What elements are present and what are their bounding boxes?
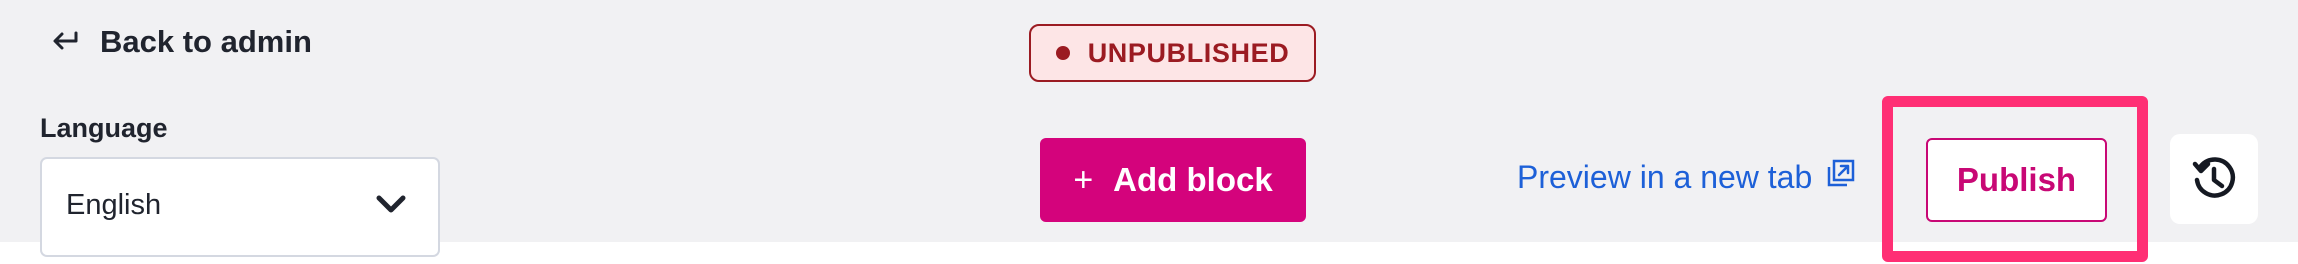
add-block-label: Add block bbox=[1113, 161, 1273, 198]
language-label: Language bbox=[40, 113, 168, 143]
publish-label: Publish bbox=[1956, 161, 2077, 198]
language-select[interactable]: English bbox=[40, 157, 440, 257]
add-block-button[interactable]: + Add block bbox=[1040, 138, 1306, 222]
history-button[interactable] bbox=[2170, 134, 2258, 224]
history-icon bbox=[2191, 156, 2237, 202]
plus-icon: + bbox=[1073, 161, 1094, 199]
status-label: UNPUBLISHED bbox=[1087, 37, 1290, 68]
language-selected-value: English bbox=[66, 189, 162, 221]
preview-new-tab-link[interactable]: Preview in a new tab bbox=[1517, 153, 1856, 201]
preview-label: Preview in a new tab bbox=[1517, 158, 1813, 195]
status-dot-icon bbox=[1055, 46, 1070, 60]
return-arrow-icon bbox=[50, 30, 80, 54]
editor-toolbar: Back to admin UNPUBLISHED Language Engli… bbox=[0, 0, 2298, 257]
publish-button[interactable]: Publish bbox=[1926, 138, 2107, 222]
chevron-down-icon bbox=[374, 192, 408, 216]
back-to-admin-label: Back to admin bbox=[100, 24, 312, 59]
external-link-icon bbox=[1826, 159, 1856, 188]
back-to-admin-link[interactable]: Back to admin bbox=[50, 20, 312, 64]
unpublished-status-badge: UNPUBLISHED bbox=[1029, 24, 1316, 82]
